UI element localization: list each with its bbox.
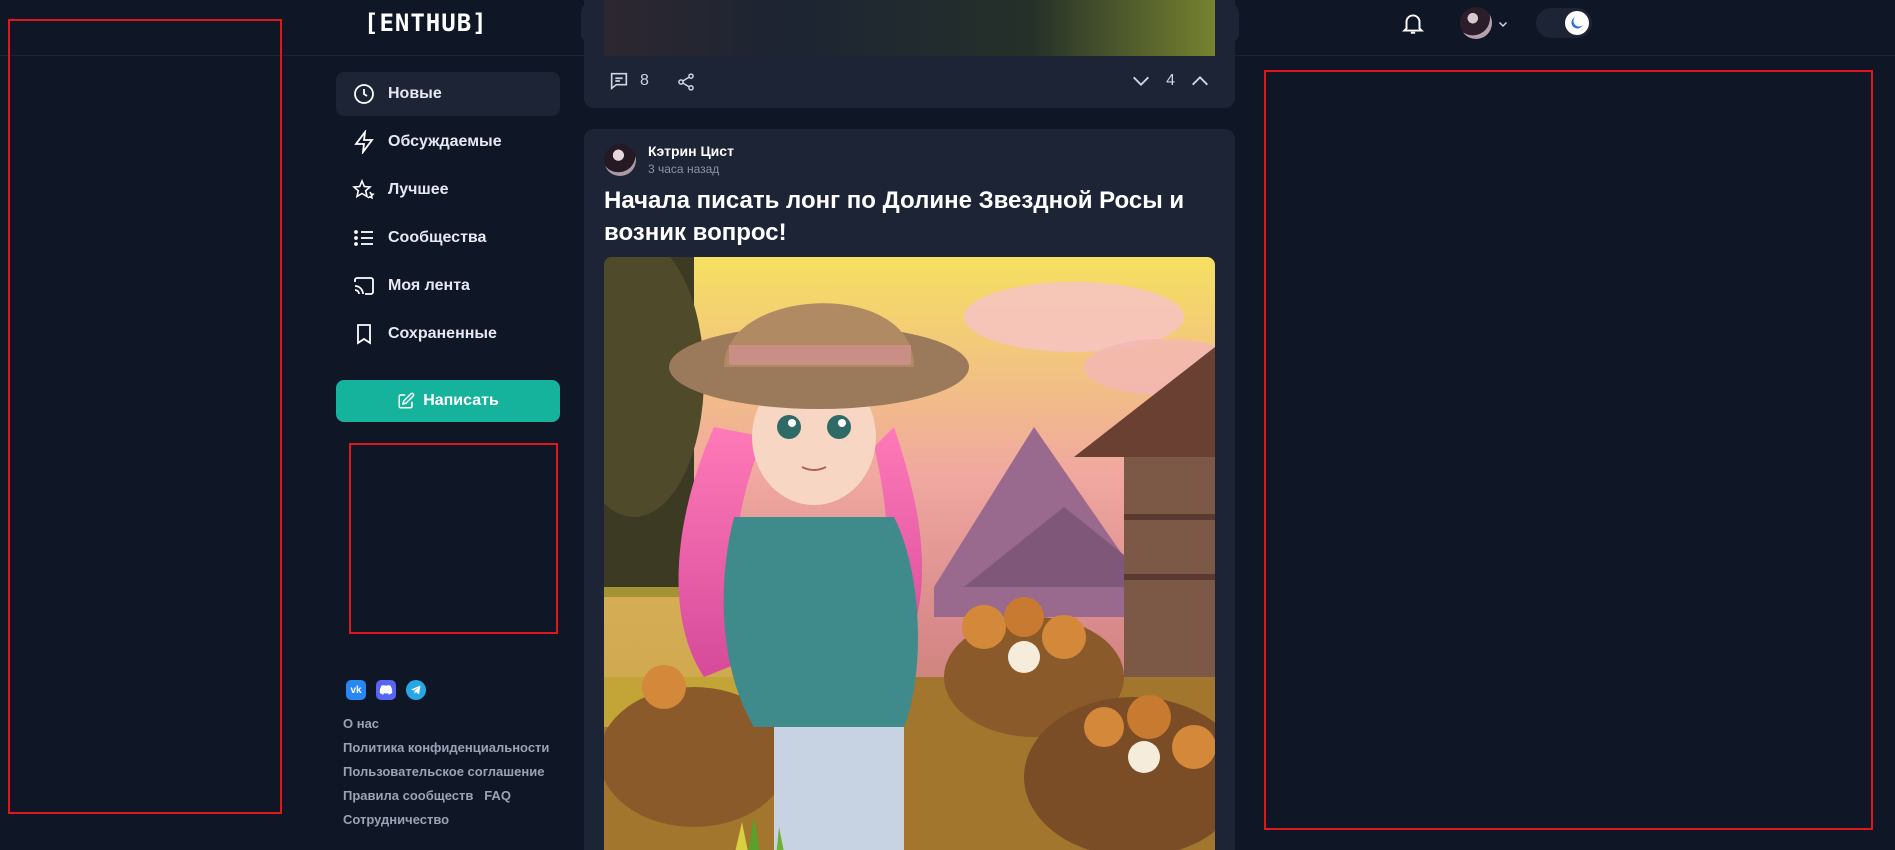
site-logo[interactable]: [ENTHUB] — [364, 9, 488, 37]
write-button-label: Написать — [423, 392, 499, 409]
annotation-box-sidebar — [349, 443, 558, 634]
footer-links: О нас Политика конфиденциальности Пользо… — [343, 712, 563, 832]
sidebar-item-my-feed[interactable]: Моя лента — [336, 264, 560, 308]
chevron-down-icon[interactable] — [1497, 18, 1509, 30]
lightning-icon — [354, 130, 374, 154]
clock-icon — [354, 84, 374, 104]
sidebar-item-label: Обсуждаемые — [388, 133, 502, 150]
annotation-box-left — [8, 19, 282, 814]
theme-knob — [1565, 11, 1589, 35]
comment-icon — [610, 72, 628, 91]
sidebar-item-new[interactable]: Новые — [336, 72, 560, 116]
sidebar-item-discussed[interactable]: Обсуждаемые — [336, 120, 560, 164]
cast-icon — [354, 277, 374, 295]
bell-icon[interactable] — [1400, 10, 1426, 36]
anime-girl-illustration — [604, 257, 1215, 850]
author-name[interactable]: Кэтрин Цист — [648, 143, 734, 159]
footer-link-about[interactable]: О нас — [343, 712, 563, 736]
telegram-icon[interactable] — [406, 680, 426, 700]
comments-count: 8 — [640, 72, 649, 89]
stars-icon — [352, 178, 375, 200]
vote-control: 4 — [1130, 70, 1211, 92]
sidebar-nav: Новые Обсуждаемые Лучшее Сообщества Моя … — [336, 72, 560, 360]
downvote-icon[interactable] — [1130, 70, 1152, 92]
annotation-box-right — [1264, 70, 1873, 830]
post-title[interactable]: Начала писать лонг по Долине Звездной Ро… — [604, 185, 1214, 249]
moon-icon — [1571, 17, 1583, 29]
sidebar-item-label: Лучшее — [388, 181, 449, 198]
social-links: vk — [346, 680, 426, 700]
bookmark-icon — [357, 324, 371, 345]
vote-count: 4 — [1166, 72, 1175, 89]
author-meta: Кэтрин Цист 3 часа назад — [648, 143, 734, 176]
user-avatar[interactable] — [1460, 7, 1492, 39]
upvote-icon[interactable] — [1189, 70, 1211, 92]
sidebar-item-label: Новые — [388, 85, 442, 102]
share-icon[interactable] — [676, 72, 696, 92]
discord-icon[interactable] — [376, 680, 396, 700]
post-time: 3 часа назад — [648, 162, 720, 176]
sidebar-item-label: Моя лента — [388, 277, 470, 294]
post-image[interactable] — [604, 0, 1215, 56]
post-author[interactable]: Кэтрин Цист 3 часа назад — [604, 143, 734, 176]
comments-button[interactable]: 8 — [608, 70, 649, 92]
sidebar-item-communities[interactable]: Сообщества — [336, 216, 560, 260]
footer-link-privacy[interactable]: Политика конфиденциальности — [343, 736, 563, 760]
sidebar-item-best[interactable]: Лучшее — [336, 168, 560, 212]
author-avatar[interactable] — [604, 143, 636, 176]
footer-link-terms[interactable]: Пользовательское соглашение — [343, 760, 563, 784]
sidebar-item-label: Сообщества — [388, 229, 487, 246]
sidebar-item-label: Сохраненные — [388, 325, 497, 342]
post-card: Кэтрин Цист 3 часа назад Начала писать л… — [584, 129, 1235, 850]
footer-link-rules[interactable]: Правила сообществ — [343, 788, 473, 803]
edit-icon — [398, 392, 415, 409]
post-image[interactable] — [604, 257, 1215, 850]
sidebar-item-saved[interactable]: Сохраненные — [336, 312, 560, 356]
footer-link-faq[interactable]: FAQ — [484, 788, 511, 803]
previous-post-card: 8 4 — [584, 0, 1235, 108]
vk-icon[interactable]: vk — [346, 680, 366, 700]
footer-link-cooperation[interactable]: Сотрудничество — [343, 808, 563, 832]
theme-toggle[interactable] — [1536, 8, 1592, 38]
list-icon — [354, 230, 373, 246]
write-button[interactable]: Написать — [336, 380, 560, 422]
